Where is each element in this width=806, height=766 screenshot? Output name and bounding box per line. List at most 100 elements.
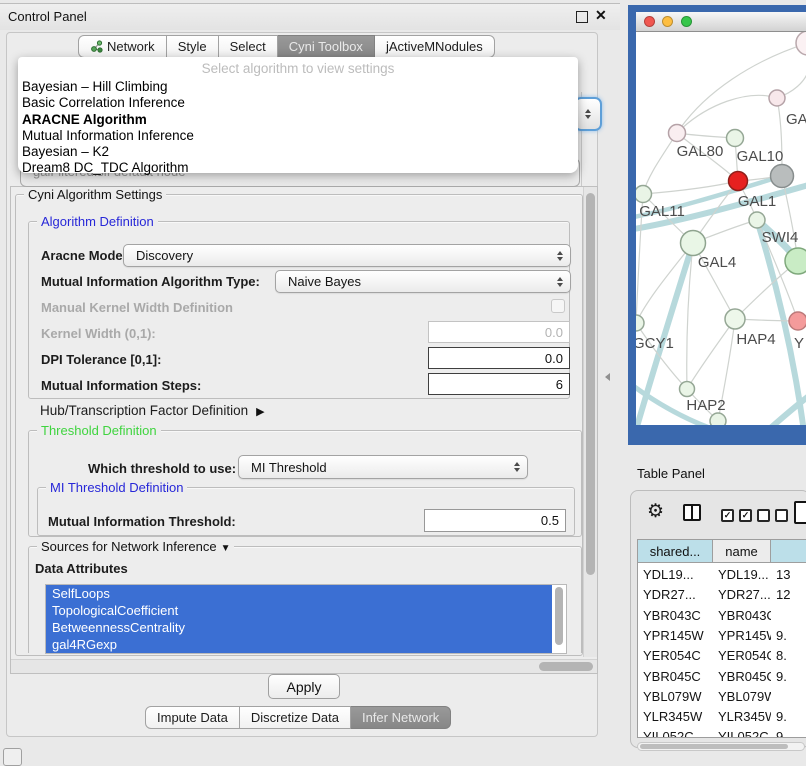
control-panel-titlebar: Control Panel ✕ <box>0 3 620 30</box>
minimize-traffic-light-icon[interactable] <box>662 16 673 27</box>
panel-title: Control Panel <box>8 9 87 24</box>
table-row[interactable]: YDR27...YDR27...12 <box>638 585 806 605</box>
node-gal10[interactable] <box>727 130 744 147</box>
network-canvas[interactable]: GALGAL80GAL10GAL1GAL11SWI4GAL4GCY1HAP4YH… <box>636 32 806 425</box>
table-row[interactable]: YPR145WYPR145W9. <box>638 626 806 646</box>
table-row[interactable]: YER054CYER054C8. <box>638 646 806 666</box>
document-icon[interactable] <box>794 501 806 524</box>
apply-button[interactable]: Apply <box>268 674 340 699</box>
column-header-col3[interactable] <box>771 540 806 563</box>
cell: YBR045C <box>713 667 771 687</box>
aracne-mode-combo[interactable]: Discovery <box>123 244 571 267</box>
node-hap4[interactable] <box>725 309 745 329</box>
node-hap2[interactable] <box>680 382 695 397</box>
network-window-titlebar[interactable] <box>636 12 806 32</box>
column-header-shared[interactable]: shared... <box>638 540 713 563</box>
which-threshold-combo[interactable]: MI Threshold <box>238 455 528 479</box>
node-swi4[interactable] <box>749 212 765 228</box>
algorithm-option-bayesian-hill-climbing[interactable]: Bayesian – Hill Climbing <box>18 79 578 95</box>
network-view-window[interactable]: GALGAL80GAL10GAL1GAL11SWI4GAL4GCY1HAP4YH… <box>628 5 806 445</box>
group-title: Sources for Network Inference▼ <box>37 539 234 554</box>
which-threshold-label: Which threshold to use: <box>88 461 236 476</box>
list-scrollbar-thumb[interactable] <box>555 587 563 645</box>
node[interactable] <box>771 165 794 188</box>
settings-hscroll-track[interactable] <box>11 659 597 673</box>
collapse-down-icon: ▼ <box>221 543 231 554</box>
tab-network[interactable]: Network <box>78 35 167 58</box>
node[interactable] <box>785 248 806 274</box>
edge[interactable] <box>643 133 677 194</box>
table-row[interactable]: YBR043CYBR043C <box>638 606 806 626</box>
select-all-icon[interactable]: ✓ ✓ <box>721 509 752 522</box>
node-gal80[interactable] <box>669 125 686 142</box>
table-row[interactable]: YBR045CYBR045C9. <box>638 667 806 687</box>
bottom-tab-discretize-data[interactable]: Discretize Data <box>240 706 351 729</box>
node-gal11[interactable] <box>636 186 652 203</box>
algorithm-option-dream8-dc-tdc-algorithm[interactable]: Dream8 DC_TDC Algorithm <box>18 160 578 176</box>
attribute-item-betweennesscentrality[interactable]: BetweennessCentrality <box>46 619 552 636</box>
node-gcy1[interactable] <box>636 315 644 331</box>
cell <box>771 606 806 626</box>
node-gal[interactable] <box>769 90 785 106</box>
mi-steps-field[interactable]: 6 <box>428 373 570 395</box>
table-hscroll-track[interactable] <box>637 742 805 751</box>
inference-algorithm-combo-button[interactable] <box>574 97 602 131</box>
aracne-mode-value: Discovery <box>136 248 193 263</box>
cell: YIL052C <box>713 727 771 738</box>
data-attributes-list[interactable]: SelfLoopsTopologicalCoefficientBetweenne… <box>45 584 567 654</box>
attribute-item-selfloops[interactable]: SelfLoops <box>46 585 552 602</box>
columns-icon[interactable] <box>683 504 701 521</box>
attribute-item-topologicalcoefficient[interactable]: TopologicalCoefficient <box>46 602 552 619</box>
algorithm-option-bayesian-k2[interactable]: Bayesian – K2 <box>18 144 578 160</box>
hub-definition-toggle[interactable]: Hub/Transcription Factor Definition▶ <box>40 403 265 418</box>
settings-hscroll-thumb[interactable] <box>539 662 593 671</box>
edge[interactable] <box>636 323 687 389</box>
settings-vscroll-thumb[interactable] <box>586 193 595 575</box>
node-gal1[interactable] <box>729 172 748 191</box>
edge[interactable] <box>687 319 735 389</box>
algorithm-option-aracne-algorithm[interactable]: ARACNE Algorithm <box>18 112 578 128</box>
node-gal4[interactable] <box>681 231 706 256</box>
group-mi-threshold-definition: MI Threshold Definition Mutual Informati… <box>37 487 575 536</box>
tab-jactivemnodules[interactable]: jActiveMNodules <box>375 35 495 58</box>
node-y[interactable] <box>789 312 806 330</box>
kernel-width-field[interactable]: 0.0 <box>428 321 570 343</box>
node[interactable] <box>710 413 726 425</box>
column-header-name[interactable]: name <box>713 540 771 563</box>
attribute-item-gal4rgexp[interactable]: gal4RGexp <box>46 636 552 653</box>
table-hscroll-thumb[interactable] <box>640 744 788 749</box>
table-row[interactable]: YIL052CYIL052C9 <box>638 727 806 738</box>
node[interactable] <box>796 32 806 55</box>
settings-vscroll-track[interactable] <box>583 187 597 657</box>
deselect-all-icon[interactable] <box>757 509 788 522</box>
float-icon[interactable] <box>576 11 588 23</box>
cell: YDR27... <box>638 585 713 605</box>
table-row[interactable]: YDL19...YDL19...13 <box>638 565 806 585</box>
collapsed-panel-icon[interactable] <box>3 748 22 766</box>
close-icon[interactable]: ✕ <box>595 7 607 24</box>
node-label-gcy1: GCY1 <box>636 335 674 352</box>
tab-cyni-toolbox[interactable]: Cyni Toolbox <box>278 35 375 58</box>
close-traffic-light-icon[interactable] <box>644 16 655 27</box>
dpi-tolerance-field[interactable]: 0.0 <box>428 347 570 369</box>
tab-style[interactable]: Style <box>167 35 219 58</box>
mi-threshold-field[interactable]: 0.5 <box>424 509 566 532</box>
bottom-tab-infer-network[interactable]: Infer Network <box>351 706 451 729</box>
tab-label: Infer Network <box>362 710 439 725</box>
gear-icon[interactable]: ⚙ <box>647 502 664 522</box>
edge[interactable] <box>636 243 693 323</box>
tab-select[interactable]: Select <box>219 35 278 58</box>
table-row[interactable]: YBL079WYBL079W <box>638 687 806 707</box>
node-table[interactable]: shared...nameYDL19...YDL19...13YDR27...Y… <box>637 539 806 738</box>
mi-type-combo[interactable]: Naive Bayes <box>275 270 571 293</box>
table-row[interactable]: YLR345WYLR345W9. <box>638 707 806 727</box>
algorithm-option-basic-correlation-inference[interactable]: Basic Correlation Inference <box>18 95 578 111</box>
bottom-tab-impute-data[interactable]: Impute Data <box>145 706 240 729</box>
dpi-tolerance-value: 0.0 <box>545 351 563 366</box>
group-title: Cyni Algorithm Settings <box>24 187 166 202</box>
algorithm-option-mutual-information-inference[interactable]: Mutual Information Inference <box>18 128 578 144</box>
edge-thick[interactable] <box>636 243 693 425</box>
panel-splitter-handle[interactable] <box>605 373 610 381</box>
manual-kernel-checkbox[interactable] <box>551 299 565 313</box>
zoom-traffic-light-icon[interactable] <box>681 16 692 27</box>
